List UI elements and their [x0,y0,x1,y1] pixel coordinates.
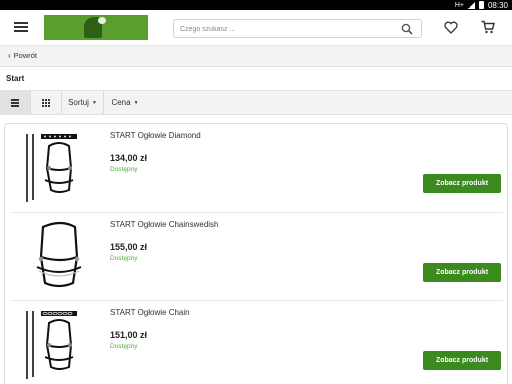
clock: 08:30 [487,0,508,10]
availability-status: Dostępny [110,255,138,262]
product-item[interactable]: START Ogłowie Chainswedish 155,00 zł Dos… [11,212,503,300]
view-product-button[interactable]: Zobacz produkt [423,351,501,370]
view-product-button[interactable]: Zobacz produkt [423,263,501,282]
chevron-down-icon: ▼ [91,99,97,106]
product-price: 134,00 zł [110,153,148,163]
list-view-button[interactable] [0,91,31,114]
status-icons: H+ 08:30 [455,0,508,10]
product-item[interactable]: START Ogłowie Diamond 134,00 zł Dostępny… [11,124,503,212]
cart-icon[interactable] [481,20,495,34]
sort-dropdown[interactable]: Sortuj ▼ [62,91,104,114]
price-label: Cena [111,98,131,107]
product-list: START Ogłowie Diamond 134,00 zł Dostępny… [4,123,508,384]
price-filter-dropdown[interactable]: Cena ▼ [104,91,146,114]
product-item[interactable]: START Ogłowie Chain 151,00 zł Dostępny Z… [11,300,503,384]
availability-status: Dostępny [110,166,138,173]
page-title: Start [6,74,25,83]
availability-status: Dostępny [110,343,138,350]
search-box[interactable] [173,19,422,38]
back-label: Powrót [13,51,38,60]
grid-icon [42,98,50,107]
product-price: 151,00 zł [110,330,148,340]
grid-view-button[interactable] [31,91,62,114]
store-logo[interactable] [44,15,148,40]
battery-icon [478,1,484,9]
back-link[interactable]: ‹ Powrót [8,51,37,60]
product-image[interactable] [15,128,91,208]
signal-icon [467,1,475,9]
search-icon[interactable] [401,23,413,35]
product-image[interactable] [15,217,91,297]
chevron-left-icon: ‹ [8,51,11,60]
wishlist-heart-icon[interactable] [444,21,458,34]
app-header [0,10,512,46]
menu-icon[interactable] [14,21,28,33]
product-price: 155,00 zł [110,242,148,252]
sort-label: Sortuj [68,98,89,107]
network-type: H+ [454,1,464,9]
category-header: Start [0,67,512,91]
product-name[interactable]: START Ogłowie Chain [110,308,190,317]
product-name[interactable]: START Ogłowie Chainswedish [110,220,219,229]
breadcrumb-bar: ‹ Powrót [0,46,512,67]
search-input[interactable] [180,22,390,36]
list-toolbar: Sortuj ▼ Cena ▼ [0,91,512,115]
product-image[interactable] [15,305,91,384]
product-name[interactable]: START Ogłowie Diamond [110,131,201,140]
chevron-down-icon: ▼ [133,99,139,106]
status-bar: H+ 08:30 [0,0,512,10]
view-product-button[interactable]: Zobacz produkt [423,174,501,193]
list-icon [11,99,19,107]
